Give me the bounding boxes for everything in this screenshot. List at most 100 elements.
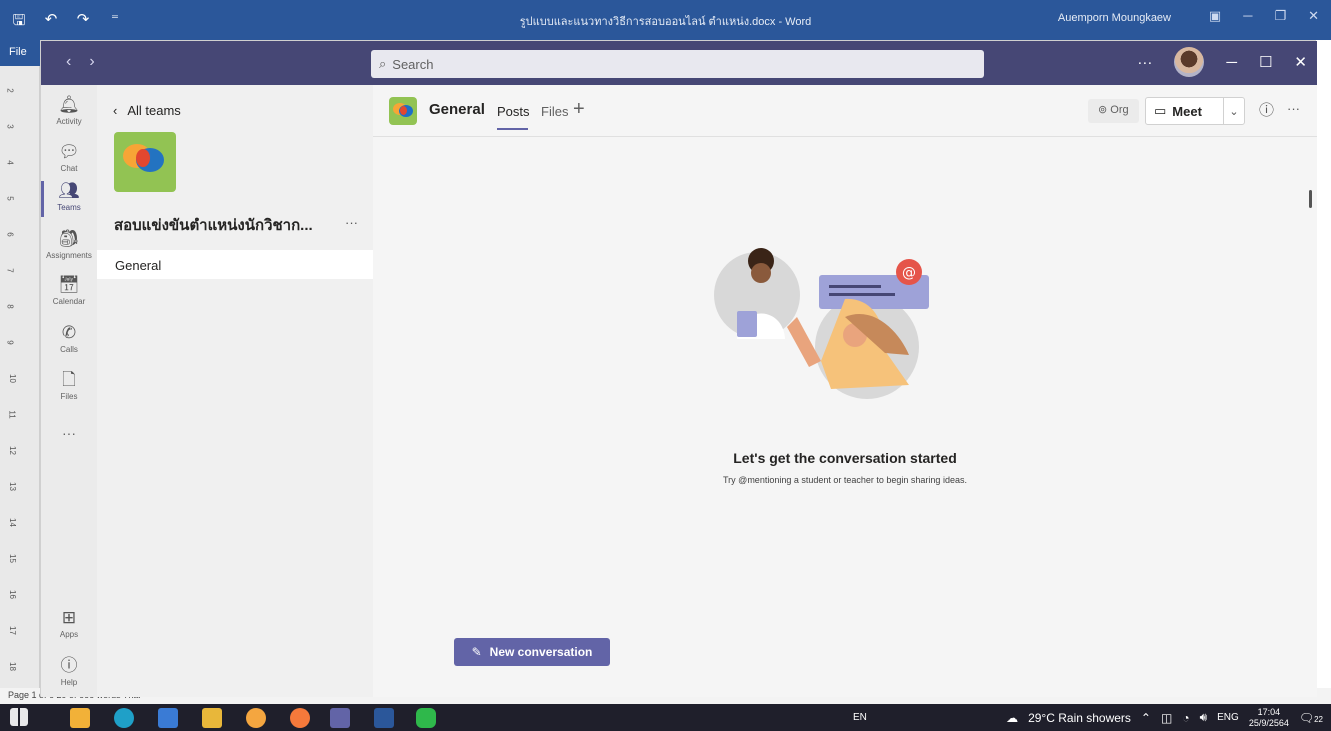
history-nav: ‹ › — [66, 53, 95, 71]
channel-more-icon[interactable]: ··· — [1287, 101, 1300, 116]
rail-item-calls[interactable]: ✆ Calls — [41, 323, 97, 354]
video-camera-icon: ▭ — [1154, 103, 1167, 118]
clock[interactable]: 17:04 25/9/2564 — [1249, 707, 1289, 729]
new-conversation-label: New conversation — [489, 645, 593, 659]
chevron-up-icon[interactable]: ⌃ — [1141, 711, 1151, 725]
volume-icon[interactable]: 🔊︎ — [1200, 710, 1208, 725]
all-teams-label: All teams — [127, 103, 181, 118]
forward-arrow-icon[interactable]: › — [89, 53, 94, 71]
team-avatar-bubble — [136, 149, 150, 167]
channel-main: General Posts Files + ⊚ Org ▭ Meet ⌄ ⓘ ·… — [373, 85, 1317, 697]
team-channel-pane: ‹ All teams สอบแข่งขันตำแหน่งนักวิชาก...… — [97, 85, 373, 697]
search-icon: ⌕ — [379, 56, 387, 71]
channel-name: General — [429, 101, 485, 118]
network-icon[interactable]: ◫ — [1161, 711, 1172, 725]
svg-text:@: @ — [902, 265, 916, 281]
ruler-tick-label: 3 — [5, 124, 15, 129]
search-input[interactable]: ⌕ Search — [371, 50, 984, 78]
app-rail: 🔔︎ Activity 💬︎ Chat 👥︎ Teams 🎒︎ Assignme… — [41, 85, 97, 697]
ruler-tick-label: 15 — [7, 554, 17, 563]
rail-item-chat[interactable]: 💬︎ Chat — [41, 142, 97, 173]
back-arrow-icon[interactable]: ‹ — [66, 53, 71, 71]
chrome-icon[interactable] — [290, 708, 310, 728]
rail-item-help[interactable]: ⓘ Help — [41, 656, 97, 687]
teams-window: ‹ › ⌕ Search ··· ─ ☐ ✕ 🔔︎ Activity 💬︎ Ch… — [40, 40, 1317, 697]
language-indicator[interactable]: ENG — [1217, 712, 1239, 723]
file-explorer-icon[interactable] — [202, 708, 222, 728]
ruler-tick-label: 7 — [5, 268, 15, 273]
teams-minimize-icon[interactable]: ─ — [1226, 54, 1237, 71]
rail-item-files[interactable]: 🗋 Files — [41, 370, 97, 401]
meet-label: Meet — [1172, 103, 1202, 119]
tab-files[interactable]: Files — [541, 104, 568, 119]
channel-team-icon — [389, 97, 417, 125]
meet-dropdown-chevron-icon[interactable]: ⌄ — [1223, 97, 1245, 125]
file-tab[interactable]: File — [0, 40, 40, 66]
rail-label: Files — [60, 392, 78, 401]
clock-time: 17:04 — [1257, 706, 1281, 717]
ruler-tick-label: 18 — [7, 662, 17, 671]
rail-item-assignments[interactable]: 🎒︎ Assignments — [41, 229, 97, 260]
channel-header: General Posts Files + ⊚ Org ▭ Meet ⌄ ⓘ ·… — [373, 85, 1317, 137]
ruler-tick-label: 11 — [7, 410, 17, 419]
org-button[interactable]: ⊚ Org — [1088, 99, 1139, 123]
rail-label: Activity — [56, 117, 82, 126]
line-app-icon[interactable] — [416, 708, 436, 728]
store-icon[interactable] — [70, 708, 90, 728]
word-close-icon[interactable]: ✕ — [1308, 8, 1319, 24]
teams-maximize-icon[interactable]: ☐ — [1259, 53, 1272, 71]
weather-icon: ☁ — [1006, 710, 1019, 725]
ruler-tick-label: 10 — [7, 374, 17, 383]
assignments-icon: 🎒︎ — [58, 229, 80, 248]
ribbon-display-icon[interactable]: ▣ — [1209, 8, 1221, 24]
windows-start-icon[interactable] — [10, 708, 28, 726]
notification-count: 22 — [1314, 714, 1323, 724]
team-more-icon[interactable]: ··· — [345, 215, 358, 230]
rail-more-apps-icon[interactable]: ··· — [41, 425, 97, 441]
search-placeholder: Search — [392, 56, 434, 72]
apps-icon: ⊞ — [61, 608, 77, 627]
more-options-icon[interactable]: ··· — [1137, 54, 1152, 71]
chevron-left-icon: ‹ — [113, 103, 118, 118]
new-conversation-button[interactable]: ✎ New conversation — [454, 638, 610, 666]
edge-icon[interactable] — [114, 708, 134, 728]
channel-item-general[interactable]: General — [97, 250, 373, 279]
rail-label: Chat — [60, 164, 78, 173]
word-minimize-icon[interactable]: ─ — [1243, 8, 1252, 24]
mail-icon[interactable] — [158, 708, 178, 728]
conversation-illustration: @ — [714, 248, 929, 399]
browser-icon[interactable] — [246, 708, 266, 728]
avatar[interactable] — [1174, 47, 1205, 77]
rail-item-teams[interactable]: 👥︎ Teams — [41, 181, 97, 217]
ruler-tick-label: 9 — [5, 340, 15, 345]
bell-icon: 🔔︎ — [58, 95, 80, 114]
scrollbar-thumb[interactable] — [1309, 190, 1312, 208]
windows-taskbar: EN ☁ 29°C Rain showers ⌃ ◫ ◔ 🔊︎ ENG 17:0… — [0, 704, 1331, 731]
wifi-icon[interactable]: ◔ — [1182, 711, 1189, 725]
notifications-icon[interactable]: 🗨︎22 — [1299, 711, 1323, 725]
team-name[interactable]: สอบแข่งขันตำแหน่งนักวิชาก... — [114, 213, 344, 237]
weather-text[interactable]: 29°C Rain showers — [1028, 711, 1131, 725]
input-language-left[interactable]: EN — [853, 712, 867, 723]
info-icon[interactable]: ⓘ — [1259, 99, 1274, 120]
teams-close-icon[interactable]: ✕ — [1294, 53, 1307, 71]
teams-title-bar: ‹ › ⌕ Search ··· ─ ☐ ✕ — [41, 41, 1317, 85]
ruler-tick-label: 14 — [7, 518, 17, 527]
add-tab-icon[interactable]: + — [573, 98, 585, 121]
clock-date: 25/9/2564 — [1248, 717, 1289, 728]
tab-posts[interactable]: Posts — [497, 104, 530, 130]
file-icon: 🗋 — [62, 370, 76, 389]
rail-item-apps[interactable]: ⊞ Apps — [41, 608, 97, 639]
rail-item-activity[interactable]: 🔔︎ Activity — [41, 95, 97, 126]
word-restore-icon[interactable]: ❐ — [1274, 8, 1286, 24]
all-teams-link[interactable]: ‹ All teams — [113, 103, 181, 118]
rail-label: Assignments — [46, 251, 92, 260]
teams-taskbar-icon[interactable] — [330, 708, 350, 728]
word-taskbar-icon[interactable] — [374, 708, 394, 728]
rail-item-calendar[interactable]: 📅︎ Calendar — [41, 275, 97, 306]
empty-state-title: Let's get the conversation started — [733, 450, 957, 466]
word-user-name[interactable]: Auemporn Moungkaew — [1058, 12, 1171, 24]
help-icon: ⓘ — [60, 656, 78, 675]
ruler-tick-label: 17 — [7, 626, 17, 635]
rail-label: Teams — [57, 203, 81, 212]
